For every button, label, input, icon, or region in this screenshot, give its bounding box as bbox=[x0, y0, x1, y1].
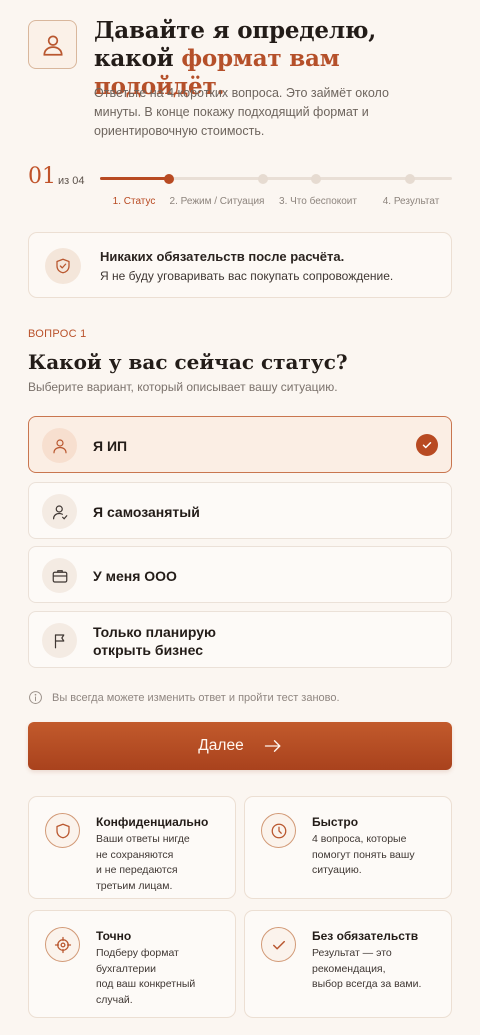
feature-card-no-obligation: Без обязательств Результат — это рекомен… bbox=[244, 910, 452, 1018]
question-subtitle: Выберите вариант, который описывает вашу… bbox=[28, 380, 338, 394]
option-ip[interactable]: Я ИП bbox=[28, 416, 452, 473]
title-line1: Давайте я определю, bbox=[94, 17, 377, 44]
current-step-number: 01 bbox=[28, 164, 56, 189]
next-button[interactable]: Далее bbox=[28, 722, 452, 770]
step-label-mode: 2. Режим / Ситуация bbox=[169, 196, 265, 207]
option-label: Только планирую открыть бизнес bbox=[93, 624, 216, 658]
feature-title: Конфиденциально bbox=[96, 815, 209, 829]
feature-title: Быстро bbox=[312, 815, 359, 829]
check-icon bbox=[416, 434, 438, 456]
notice-title: Никаких обязательств после расчёта. bbox=[100, 249, 345, 264]
question-kicker: ВОПРОС 1 bbox=[28, 328, 87, 340]
title-line2-prefix: какой bbox=[94, 45, 182, 72]
progress-dot-3 bbox=[311, 173, 321, 184]
progress-dot-1 bbox=[164, 173, 174, 184]
option-self-employed[interactable]: Я самозанятый bbox=[28, 482, 452, 539]
next-button-label: Далее bbox=[198, 737, 244, 754]
option-label: У меня ООО bbox=[93, 568, 177, 584]
option-ooo[interactable]: У меня ООО bbox=[28, 546, 452, 603]
notice-text: Я не буду уговаривать вас покупать сопро… bbox=[100, 269, 394, 283]
feature-title: Без обязательств bbox=[312, 929, 419, 943]
progress-track bbox=[100, 173, 452, 184]
check-circle-icon bbox=[261, 927, 296, 962]
feature-text: Подберу формат бухгалтерии под ваш конкр… bbox=[96, 947, 196, 1006]
progress-fill bbox=[100, 177, 171, 180]
step-label-concern: 3. Что беспокоит bbox=[279, 196, 357, 207]
progress-dot-2 bbox=[258, 173, 268, 184]
target-icon bbox=[45, 927, 80, 962]
info-icon bbox=[29, 691, 42, 704]
step-label-status: 1. Статус bbox=[112, 196, 156, 207]
person-icon bbox=[28, 20, 77, 69]
feature-text: 4 вопроса, которые помогут понять вашу с… bbox=[312, 833, 415, 876]
step-label-result: 4. Результат bbox=[382, 196, 440, 207]
step-total: из 04 bbox=[58, 175, 85, 187]
user-check-icon bbox=[42, 494, 77, 529]
feature-card-precise: Точно Подберу формат бухгалтерии под ваш… bbox=[28, 910, 236, 1018]
option-label: Я ИП bbox=[93, 438, 128, 454]
feature-text: Ваши ответы нигде не сохраняются и не пе… bbox=[96, 833, 190, 892]
clock-icon bbox=[261, 813, 296, 848]
feature-card-fast: Быстро 4 вопроса, которые помогут понять… bbox=[244, 796, 452, 899]
option-planning[interactable]: Только планирую открыть бизнес bbox=[28, 611, 452, 668]
feature-card-confidential: Конфиденциально Ваши ответы нигде не сох… bbox=[28, 796, 236, 899]
person-icon bbox=[42, 428, 77, 463]
option-label: Я самозанятый bbox=[93, 504, 200, 520]
feature-text: Результат — это рекомендация, выбор всег… bbox=[312, 947, 422, 990]
page-subtitle: Ответьте на 4 коротких вопроса. Это займ… bbox=[94, 86, 389, 138]
shield-icon bbox=[45, 813, 80, 848]
feature-title: Точно bbox=[96, 929, 132, 943]
question-title: Какой у вас сейчас статус? bbox=[28, 350, 348, 374]
hint: Вы всегда можете изменить ответ и пройти… bbox=[28, 690, 340, 705]
progress-dot-4 bbox=[405, 173, 415, 184]
flag-icon bbox=[42, 623, 77, 658]
hint-text: Вы всегда можете изменить ответ и пройти… bbox=[52, 691, 340, 704]
arrow-right-icon bbox=[264, 740, 281, 752]
shield-icon bbox=[45, 248, 81, 284]
no-obligation-notice: Никаких обязательств после расчёта. Я не… bbox=[28, 232, 452, 298]
briefcase-icon bbox=[42, 558, 77, 593]
